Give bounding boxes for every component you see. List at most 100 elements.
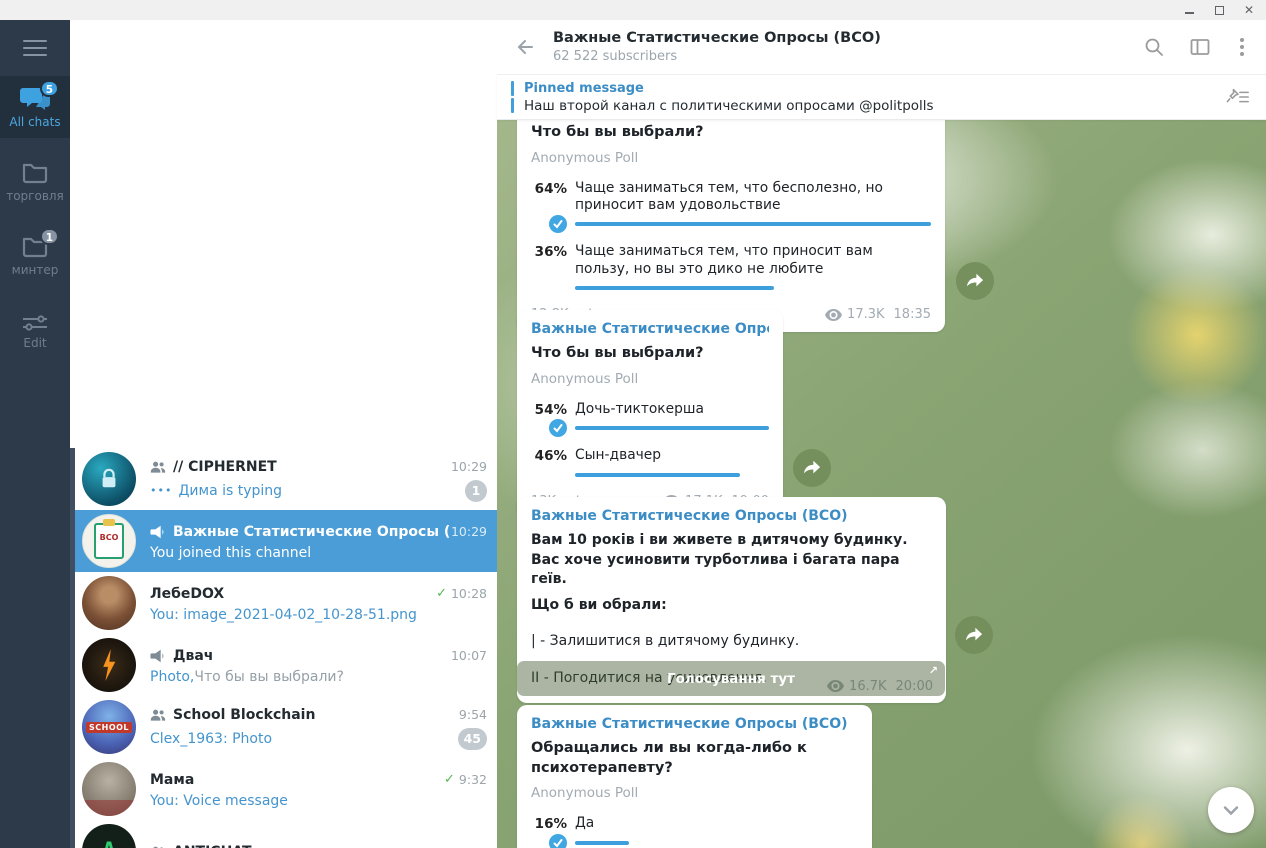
poll-option[interactable]: 46% Сын-двачер — [531, 447, 769, 485]
chat-info[interactable]: Важные Статистические Опросы (ВСО) 62 52… — [553, 30, 881, 64]
poll-option-text: Чаще заниматься тем, что приносит вам по… — [575, 243, 873, 278]
message-channel-name[interactable]: Важные Статистические Опросы (... — [531, 321, 769, 337]
unread-badge: 1 — [465, 479, 487, 502]
chat-time: 10:07 — [450, 648, 487, 663]
avatar — [82, 576, 136, 630]
message-time: 18:35 — [893, 307, 931, 323]
sidebar-item-edit-folders[interactable]: Edit — [0, 299, 70, 359]
sidebar-item-folder-minter[interactable]: 1 минтер — [0, 224, 70, 286]
pinned-message-bar[interactable]: Pinned message Наш второй канал с полити… — [497, 75, 1266, 120]
unread-badge: 1 — [39, 228, 59, 246]
vote-here-button[interactable]: Голосування тут ↗ — [517, 661, 945, 696]
chat-last-message: Clex_1963: Photo — [150, 730, 273, 747]
share-button[interactable] — [956, 262, 994, 300]
chat-item-school-blockchain[interactable]: SCHOOL School Blockchain 9:54 Clex_1963:… — [70, 696, 497, 758]
close-button[interactable]: ✕ — [1238, 2, 1260, 18]
chat-last-message: You: image_2021-04-02_10-28-51.png — [150, 606, 417, 623]
school-logo: SCHOOL — [85, 721, 133, 733]
sidebar-item-label: All chats — [9, 115, 61, 129]
message-poll-1: Важные Статистические Опросы (... Что бы… — [517, 120, 945, 333]
voted-check-icon — [549, 833, 567, 848]
chat-title: Важные Статистические Опросы (ВСО) — [553, 30, 881, 46]
message-text: Вам 10 років і ви живете в дитячому буди… — [531, 532, 908, 588]
message-poll-2: Важные Статистические Опросы (... Что бы… — [517, 310, 783, 519]
views-count: 17.3K — [847, 307, 885, 323]
share-button[interactable] — [793, 449, 831, 487]
chat-item-mama[interactable]: Мама ✓ 9:32 You: Voice message — [70, 758, 497, 820]
message-channel-name[interactable]: Важные Статистические Опросы (ВСО) — [531, 508, 932, 524]
scroll-to-bottom-button[interactable] — [1208, 787, 1254, 833]
search-icon[interactable] — [1144, 37, 1164, 57]
chat-title: Мама — [150, 771, 195, 788]
chat-title: Важные Статистические Опросы (ВСО) — [173, 523, 451, 540]
folders-sidebar: 5 All chats торговля 1 минтер Edit — [0, 20, 70, 848]
hamburger-icon — [23, 35, 47, 61]
chat-list: // CIPHERNET 10:29 ••• Дима is typing 1 … — [70, 20, 497, 848]
read-check-icon: ✓ — [444, 772, 455, 787]
chat-title: Двач — [173, 647, 214, 664]
minimize-button[interactable] — [1178, 2, 1200, 18]
unread-badge: 5 — [39, 80, 59, 97]
poll-option[interactable]: 54% Дочь-тиктокерша — [531, 401, 769, 439]
share-arrow-icon — [965, 627, 983, 641]
poll-option[interactable]: 16% Да — [531, 815, 858, 848]
edit-sliders-icon — [23, 314, 47, 331]
poll-option[interactable]: 36% Чаще заниматься тем, что приносит вам… — [531, 243, 931, 298]
chat-title: ANTICHAT — [173, 844, 252, 848]
group-icon — [153, 846, 164, 848]
poll-bar — [575, 286, 775, 291]
avatar: ВСО — [82, 514, 136, 568]
chat-time: 9:54 — [458, 707, 487, 722]
main-menu-button[interactable] — [0, 20, 70, 76]
poll-type: Anonymous Poll — [531, 370, 639, 387]
poll-option-text: Да — [575, 815, 595, 832]
message-text: Що б ви обрали: — [531, 596, 667, 613]
titlebar: ✕ — [0, 0, 1266, 20]
chat-pane: Важные Статистические Опросы (ВСО) 62 52… — [497, 20, 1266, 848]
maximize-button[interactable] — [1208, 2, 1230, 18]
poll-percent: 16% — [534, 816, 567, 833]
chat-subscribers: 62 522 subscribers — [553, 49, 678, 64]
chat-time: 10:29 — [450, 459, 487, 474]
poll-type: Anonymous Poll — [531, 785, 639, 802]
sidebar-item-label: торговля — [6, 189, 64, 204]
share-button[interactable] — [955, 616, 993, 654]
chat-item-lebedox[interactable]: ЛебеDOX ✓ 10:28 You: image_2021-04-02_10-… — [70, 572, 497, 634]
avatar — [82, 452, 136, 506]
chat-title: // CIPHERNET — [173, 458, 277, 475]
avatar: SCHOOL — [82, 700, 136, 754]
pinned-label: Pinned message — [524, 80, 644, 96]
chat-item-vco[interactable]: ВСО Важные Статистические Опросы (ВСО) 1… — [70, 510, 497, 572]
menu-kebab-icon[interactable] — [1236, 36, 1248, 58]
sidebar-item-all-chats[interactable]: 5 All chats — [0, 76, 70, 139]
chat-last-message: Что бы вы выбрали? — [194, 668, 344, 685]
chevron-down-icon — [1223, 806, 1239, 816]
avatar — [82, 638, 136, 692]
chat-list-scrollbar[interactable] — [70, 448, 75, 848]
lock-icon — [102, 468, 116, 488]
poll-option[interactable]: 64% Чаще заниматься тем, что бесполезно, … — [531, 180, 931, 235]
sidebar-item-folder-torgovlya[interactable]: торговля — [0, 150, 70, 212]
share-arrow-icon — [803, 460, 821, 474]
message-channel-name[interactable]: Важные Статистические Опросы (ВСО) — [531, 716, 858, 732]
back-arrow-icon[interactable] — [513, 35, 537, 59]
chat-item-dvach[interactable]: Двач 10:07 Photo, Что бы вы выбрали? — [70, 634, 497, 696]
poll-option-text: Чаще заниматься тем, что бесполезно, но … — [575, 179, 883, 214]
chat-item-ciphernet[interactable]: // CIPHERNET 10:29 ••• Дима is typing 1 — [70, 448, 497, 510]
pinned-text: Наш второй канал с политическими опросам… — [524, 97, 934, 114]
chat-time: 9:32 — [458, 772, 487, 787]
chat-item-antichat[interactable]: A ANTICHAT 9:31 — [70, 820, 497, 848]
chat-time: 9:31 — [459, 845, 487, 848]
avatar — [82, 762, 136, 816]
poll-bar — [575, 222, 931, 227]
chat-last-message: You joined this channel — [150, 544, 312, 561]
typing-indicator: ••• — [150, 484, 173, 497]
share-arrow-icon — [966, 273, 984, 287]
toggle-panel-icon[interactable] — [1190, 37, 1210, 57]
views-eye-icon — [825, 308, 843, 321]
pin-indicator — [511, 81, 514, 113]
pinned-list-icon[interactable] — [1226, 87, 1250, 107]
message-history[interactable]: Важные Статистические Опросы (... Что бы… — [497, 120, 1266, 848]
group-icon — [150, 461, 166, 473]
external-link-icon: ↗ — [928, 664, 938, 677]
